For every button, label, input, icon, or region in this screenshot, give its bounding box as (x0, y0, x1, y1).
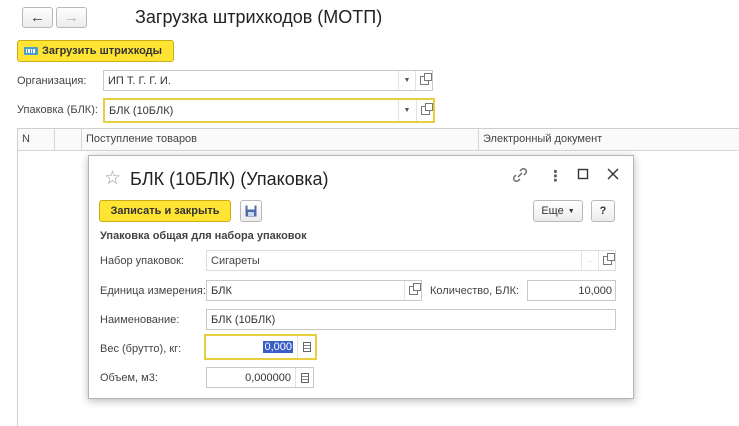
calculator-icon[interactable] (297, 336, 315, 358)
name-label: Наименование: (100, 314, 180, 326)
organization-value: ИП Т. Г. Г. И. (108, 74, 171, 87)
dialog-title: БЛК (10БЛК) (Упаковка) (130, 169, 329, 189)
package-field[interactable]: БЛК (10БЛК) ▼ (103, 98, 435, 123)
open-icon[interactable] (598, 251, 615, 270)
arrow-left-icon: ← (30, 9, 45, 26)
arrow-right-icon: → (64, 9, 79, 26)
package-dialog: ☆ БЛК (10БЛК) (Упаковка) ⋮ Записать и за… (88, 155, 634, 399)
section-title: Упаковка общая для набора упаковок (100, 230, 307, 242)
open-icon[interactable] (404, 281, 421, 300)
volume-value: 0,000000 (245, 371, 291, 384)
package-set-label: Набор упаковок: (100, 255, 184, 267)
package-set-value: Сигареты (211, 254, 260, 267)
table-header: N Поступление товаров Электронный докуме… (18, 129, 739, 151)
close-icon[interactable] (607, 167, 619, 184)
column-header-edoc[interactable]: Электронный документ (479, 129, 739, 151)
calculator-icon[interactable] (295, 368, 313, 387)
load-barcodes-label: Загрузить штрихкоды (42, 45, 163, 57)
volume-field[interactable]: 0,000000 (206, 367, 314, 388)
more-button[interactable]: Еще ▼ (533, 200, 583, 222)
save-button[interactable] (240, 200, 262, 222)
weight-value: 0,000 (263, 341, 293, 353)
unit-label: Единица измерения: (100, 285, 206, 297)
quantity-field[interactable]: 10,000 (527, 280, 616, 301)
weight-field[interactable]: 0,000 (204, 334, 317, 360)
star-icon[interactable]: ☆ (104, 167, 121, 190)
save-and-close-label: Записать и закрыть (110, 205, 220, 217)
unit-value: БЛК (211, 284, 232, 297)
load-barcodes-button[interactable]: Загрузить штрихкоды (17, 40, 174, 62)
chevron-down-icon[interactable]: ▼ (398, 100, 415, 121)
back-button[interactable]: ← (22, 7, 53, 28)
ellipsis-icon: ... (581, 251, 598, 270)
column-header-icon[interactable] (55, 129, 82, 151)
open-icon[interactable] (415, 71, 432, 90)
organization-field[interactable]: ИП Т. Г. Г. И. ▼ (103, 70, 433, 91)
chevron-down-icon: ▼ (567, 207, 575, 215)
quantity-label: Количество, БЛК: (430, 285, 520, 297)
organization-label: Организация: (17, 75, 87, 87)
package-label: Упаковка (БЛК): (17, 104, 98, 116)
package-set-field[interactable]: Сигареты ... (206, 250, 616, 271)
barcode-scanner-icon (24, 47, 38, 55)
forward-button[interactable]: → (56, 7, 87, 28)
open-icon[interactable] (416, 100, 433, 121)
quantity-value: 10,000 (578, 284, 612, 297)
more-actions-icon[interactable]: ⋮ (548, 167, 563, 185)
unit-field[interactable]: БЛК (206, 280, 422, 301)
volume-label: Объем, м3: (100, 372, 158, 384)
more-label: Еще (541, 205, 564, 217)
chevron-down-icon[interactable]: ▼ (398, 71, 415, 90)
name-value: БЛК (10БЛК) (211, 313, 276, 326)
link-icon[interactable] (512, 167, 528, 187)
column-header-number[interactable]: N (18, 129, 55, 151)
name-field[interactable]: БЛК (10БЛК) (206, 309, 616, 330)
column-header-receipt[interactable]: Поступление товаров (82, 129, 479, 151)
save-and-close-button[interactable]: Записать и закрыть (99, 200, 231, 222)
package-value: БЛК (10БЛК) (109, 104, 174, 117)
page-title: Загрузка штрихкодов (МОТП) (135, 7, 383, 27)
maximize-icon[interactable] (577, 167, 589, 184)
floppy-disk-icon (245, 205, 257, 217)
weight-label: Вес (брутто), кг: (100, 343, 182, 355)
help-button[interactable]: ? (591, 200, 615, 222)
